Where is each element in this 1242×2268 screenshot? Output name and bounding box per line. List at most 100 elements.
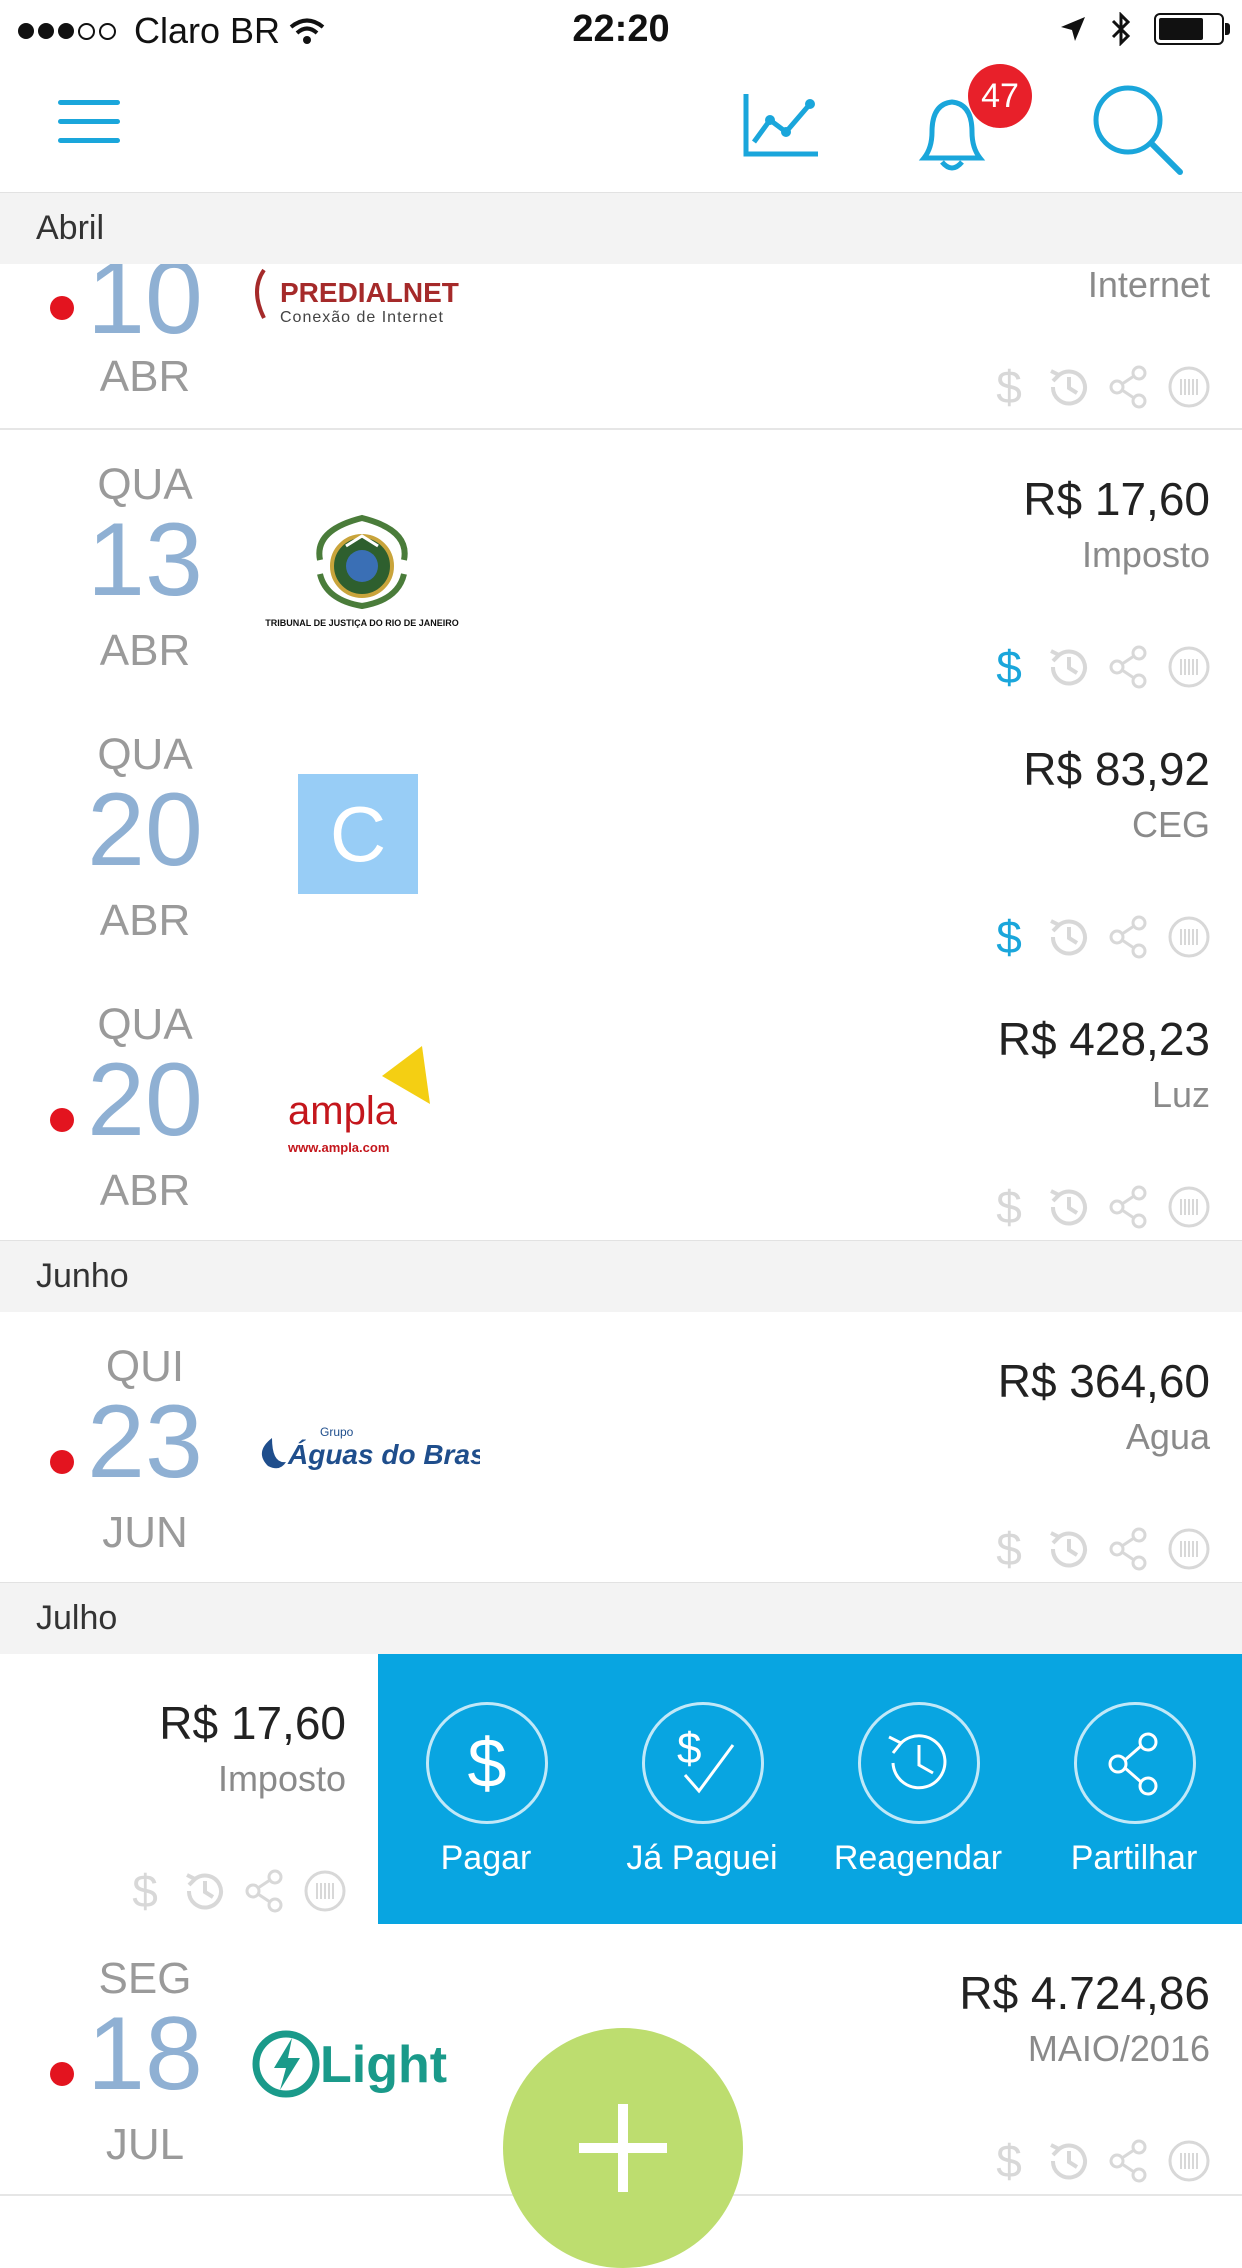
bill-month: ABR <box>99 352 191 401</box>
bill-category: Luz <box>1151 1074 1210 1115</box>
bill-category: Internet <box>1087 264 1210 305</box>
bill-month: ABR <box>99 896 191 945</box>
search-icon[interactable] <box>1086 78 1186 178</box>
company-subtitle: www.ampla.com <box>287 1140 389 1155</box>
pay-icon[interactable]: $ <box>120 1866 170 1916</box>
bill-row-predialnet[interactable]: 10 ABR PREDIALNET Conexão de Internet In… <box>0 264 1242 430</box>
bill-day: 13 <box>87 502 203 618</box>
history-icon[interactable] <box>1044 912 1094 962</box>
barcode-icon[interactable] <box>1164 1182 1214 1232</box>
share-icon[interactable] <box>1104 1524 1154 1574</box>
svg-text:$: $ <box>677 1724 701 1773</box>
bill-actions: $ <box>984 642 1214 692</box>
history-icon[interactable] <box>1044 642 1094 692</box>
bill-actions: $ <box>984 1182 1214 1232</box>
company-name: Águas do Brasil <box>287 1439 480 1470</box>
history-icon[interactable] <box>1044 362 1094 412</box>
bill-row-aguas-do-brasil[interactable]: QUI 23 JUN Grupo Águas do Brasil R$ 364,… <box>0 1312 1242 1584</box>
chart-icon[interactable] <box>742 90 820 160</box>
bill-amount: R$ 17,60 <box>1023 473 1210 525</box>
pay-icon[interactable]: $ <box>984 1524 1034 1574</box>
bill-day: 20 <box>87 1042 203 1158</box>
company-name: ampla <box>288 1089 398 1133</box>
bill-row-ceg[interactable]: QUA 20 ABR C R$ 83,92 CEG $ <box>0 700 1242 972</box>
share-icon[interactable] <box>1104 362 1154 412</box>
company-logo-ceg: C <box>298 774 418 894</box>
company-subtitle: Grupo <box>320 1425 354 1439</box>
menu-icon[interactable] <box>58 100 120 146</box>
history-icon[interactable] <box>180 1866 230 1916</box>
barcode-icon[interactable] <box>1164 1524 1214 1574</box>
bill-amount: R$ 83,92 <box>1023 743 1210 795</box>
barcode-icon[interactable] <box>1164 2136 1214 2186</box>
company-name: PREDIALNET <box>280 277 459 308</box>
history-icon[interactable] <box>1044 1182 1094 1232</box>
section-title: Abril <box>36 209 105 247</box>
barcode-icon[interactable] <box>1164 912 1214 962</box>
share-icon[interactable] <box>240 1866 290 1916</box>
pay-icon[interactable]: $ <box>984 642 1034 692</box>
dollar-icon: $ <box>426 1702 548 1824</box>
bill-amount: R$ 4.724,86 <box>959 1967 1210 2019</box>
bill-row-swiped[interactable]: R$ 17,60 Imposto $ $ Pagar $ Já Paguei R… <box>0 1654 1242 1926</box>
bill-amount: R$ 428,23 <box>997 1013 1210 1065</box>
add-bill-button[interactable] <box>503 2028 743 2268</box>
pay-icon[interactable]: $ <box>984 2136 1034 2186</box>
bill-day: 20 <box>87 772 203 888</box>
company-initial: C <box>329 789 387 878</box>
location-icon <box>1061 17 1085 41</box>
bill-month: ABR <box>99 626 191 675</box>
bill-category: MAIO/2016 <box>1027 2028 1210 2069</box>
section-header-april: Abril <box>0 192 1242 266</box>
action-label: Partilhar <box>1070 1839 1198 1877</box>
barcode-icon[interactable] <box>1164 362 1214 412</box>
share-icon[interactable] <box>1104 912 1154 962</box>
bill-month: JUN <box>102 1508 188 1557</box>
share-icon[interactable] <box>1104 2136 1154 2186</box>
battery-icon <box>1154 13 1230 45</box>
company-logo-ampla: ampla www.ampla.com <box>282 1044 442 1164</box>
section-header-july: Julho <box>0 1582 1242 1656</box>
bill-category: Imposto <box>217 1758 346 1799</box>
action-label: Pagar <box>440 1839 532 1877</box>
company-name: TRIBUNAL DE JUSTIÇA DO RIO DE JANEIRO <box>265 618 459 628</box>
bill-month: ABR <box>99 1166 191 1215</box>
share-button[interactable]: Partilhar <box>1026 1654 1242 1924</box>
bill-actions: $ <box>984 362 1214 412</box>
bill-row-tjrj[interactable]: QUA 13 ABR TRIBUNAL DE JUSTIÇA DO RIO DE… <box>0 430 1242 702</box>
clock: 22:20 <box>572 8 670 50</box>
section-header-june: Junho <box>0 1240 1242 1314</box>
status-bar: Claro BR 22:20 <box>0 0 1242 62</box>
reschedule-button[interactable]: Reagendar <box>810 1654 1026 1924</box>
pay-button[interactable]: $ Pagar <box>378 1654 594 1924</box>
overdue-dot <box>50 1450 74 1474</box>
bill-actions: $ <box>984 912 1214 962</box>
bill-row-ampla[interactable]: QUA 20 ABR ampla www.ampla.com R$ 428,23… <box>0 970 1242 1242</box>
company-logo-predialnet: PREDIALNET Conexão de Internet <box>248 264 478 334</box>
company-logo-tjrj: TRIBUNAL DE JUSTIÇA DO RIO DE JANEIRO <box>262 510 462 630</box>
share-icon[interactable] <box>1104 642 1154 692</box>
pay-icon[interactable]: $ <box>984 362 1034 412</box>
already-paid-button[interactable]: $ Já Paguei <box>594 1654 810 1924</box>
section-title: Julho <box>36 1599 118 1637</box>
action-label: Já Paguei <box>626 1839 778 1877</box>
barcode-icon[interactable] <box>300 1866 350 1916</box>
section-title: Junho <box>36 1257 129 1295</box>
overdue-dot <box>50 1108 74 1132</box>
company-subtitle: Conexão de Internet <box>280 309 444 326</box>
bill-day: 18 <box>87 1996 203 2112</box>
history-icon[interactable] <box>1044 2136 1094 2186</box>
swiped-row-content[interactable]: R$ 17,60 Imposto $ <box>0 1654 378 1924</box>
dollar-check-icon: $ <box>642 1702 764 1824</box>
pay-icon[interactable]: $ <box>984 1182 1034 1232</box>
share-icon[interactable] <box>1104 1182 1154 1232</box>
bill-category: Imposto <box>1081 534 1210 575</box>
history-icon <box>858 1702 980 1824</box>
pay-icon[interactable]: $ <box>984 912 1034 962</box>
bill-actions: $ <box>984 1524 1214 1574</box>
company-logo-aguas: Grupo Águas do Brasil <box>250 1412 502 1482</box>
history-icon[interactable] <box>1044 1524 1094 1574</box>
plus-icon <box>579 2104 667 2192</box>
bill-day: 10 <box>87 264 203 356</box>
barcode-icon[interactable] <box>1164 642 1214 692</box>
